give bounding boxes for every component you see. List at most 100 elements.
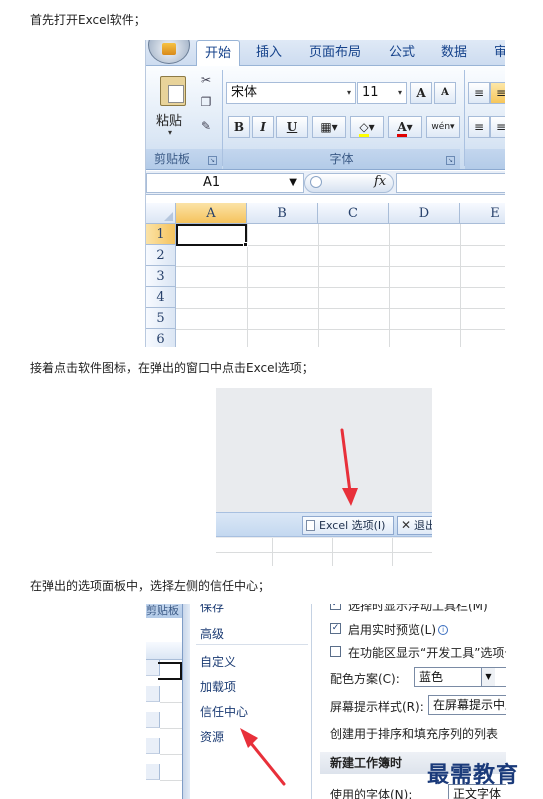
developer-tab-checkbox[interactable]: [330, 646, 341, 657]
background-column-header: [146, 642, 182, 660]
align-top-icon: ≡: [473, 86, 485, 100]
info-icon: i: [438, 625, 449, 635]
align-middle-button[interactable]: ≡: [490, 82, 505, 104]
red-arrow-icon: [340, 428, 358, 506]
gridline: [176, 266, 505, 267]
select-all-corner[interactable]: [146, 203, 176, 224]
font-launcher-icon[interactable]: ↘: [446, 156, 455, 165]
background-clipboard-label: 剪贴板: [146, 604, 182, 618]
format-painter-icon[interactable]: ✎: [198, 118, 214, 134]
exit-excel-button[interactable]: ✕ 退出: [397, 516, 432, 535]
shrink-font-button[interactable]: A: [434, 82, 456, 104]
borders-button[interactable]: ▦▾: [312, 116, 346, 138]
borders-icon: ▦▾: [320, 120, 338, 134]
phonetic-guide-button[interactable]: wén▾: [426, 116, 460, 138]
tab-data[interactable]: 数据: [433, 40, 475, 66]
tab-home[interactable]: 开始: [196, 40, 241, 67]
floating-toolbar-checkbox[interactable]: ✓: [330, 604, 341, 610]
background-row-header: [146, 764, 160, 780]
options-nav-pane: 保存 高级 自定义 加载项 信任中心 资源: [190, 604, 312, 799]
row-header[interactable]: 5: [146, 308, 176, 329]
font-color-button[interactable]: A▾: [388, 116, 422, 138]
name-box[interactable]: A1 ▼: [146, 173, 304, 193]
insert-function-button[interactable]: fx: [374, 174, 386, 189]
excel-options-button[interactable]: Excel 选项(I): [302, 516, 394, 535]
chevron-down-icon[interactable]: ▼: [481, 668, 495, 686]
watermark-logo: 最需教育: [427, 762, 520, 788]
tab-formulas[interactable]: 公式: [381, 40, 423, 66]
tab-page-layout[interactable]: 页面布局: [301, 40, 369, 66]
column-header[interactable]: D: [389, 203, 460, 224]
align-middle-icon: ≡: [496, 86, 505, 100]
row-header[interactable]: 2: [146, 245, 176, 266]
office-button[interactable]: [148, 40, 190, 64]
fill-color-button[interactable]: ◇▾: [350, 116, 384, 138]
name-box-dropdown-icon[interactable]: ▼: [289, 174, 297, 192]
red-arrow-icon: [240, 728, 286, 786]
excel-window-screenshot: 开始 插入 页面布局 公式 数据 审 粘贴 ▾ ✂ ❐ ✎ 剪贴板 ↘ 宋体 ▾…: [145, 40, 505, 347]
gridline: [216, 552, 432, 553]
grow-font-button[interactable]: A: [410, 82, 432, 104]
gridline: [176, 329, 505, 330]
step-2-text: 接着点击软件图标，在弹出的窗口中点击Excel选项；: [30, 361, 314, 375]
bold-button[interactable]: B: [228, 116, 250, 138]
screentip-style-select[interactable]: 在屏幕提示中显示功能说明: [428, 695, 506, 715]
options-document-icon: [306, 520, 315, 531]
align-center-button[interactable]: ≡: [490, 116, 505, 138]
background-row-header: [146, 686, 160, 702]
sort-list-text: 创建用于排序和填充序列的列表: [330, 727, 499, 741]
color-scheme-label: 配色方案(C):: [330, 672, 400, 686]
developer-tab-label: 在功能区显示“开发工具”选项卡: [348, 646, 506, 660]
font-name-combo[interactable]: 宋体 ▾: [226, 82, 356, 104]
live-preview-option: 启用实时预览(L) i: [348, 621, 449, 638]
copy-icon[interactable]: ❐: [198, 94, 214, 110]
row-header[interactable]: 4: [146, 287, 176, 308]
align-left-icon: ≡: [473, 120, 485, 134]
fill-handle[interactable]: [243, 242, 248, 247]
row-header[interactable]: 1: [146, 224, 176, 245]
font-color-label: A: [397, 120, 407, 137]
font-size-combo[interactable]: 11 ▾: [357, 82, 407, 104]
font-size-dropdown-icon[interactable]: ▾: [394, 83, 406, 103]
background-row-header: [146, 712, 160, 728]
dialog-frame: [182, 604, 190, 799]
exit-label: 退出: [414, 519, 432, 532]
underline-button[interactable]: U: [276, 116, 308, 138]
live-preview-checkbox[interactable]: ✓: [330, 623, 341, 634]
font-size-value: 11: [362, 85, 379, 100]
tab-insert[interactable]: 插入: [248, 40, 290, 66]
italic-button[interactable]: I: [252, 116, 274, 138]
paste-dropdown-icon[interactable]: ▾: [168, 128, 172, 137]
gridline: [160, 780, 182, 781]
font-name-dropdown-icon[interactable]: ▾: [343, 83, 355, 103]
align-left-button[interactable]: ≡: [468, 116, 490, 138]
background-sheet: [216, 538, 432, 566]
row-header[interactable]: 3: [146, 266, 176, 287]
font-use-label: 使用的字体(N):: [330, 788, 413, 799]
column-header[interactable]: C: [318, 203, 389, 224]
cancel-circle-icon[interactable]: [310, 176, 322, 188]
column-header[interactable]: A: [176, 203, 247, 224]
formula-input[interactable]: [396, 173, 505, 193]
worksheet-grid: A B C D E 1 2 3 4 5 6: [146, 203, 505, 347]
align-top-button[interactable]: ≡: [468, 82, 490, 104]
font-group-label: 字体: [223, 149, 460, 169]
active-cell-a1[interactable]: [176, 224, 247, 246]
tab-review[interactable]: 审: [486, 40, 505, 66]
paste-button-label[interactable]: 粘贴: [156, 110, 182, 129]
name-box-value: A1: [203, 175, 221, 190]
column-header[interactable]: B: [247, 203, 318, 224]
color-scheme-value: 蓝色: [419, 670, 444, 684]
paste-icon[interactable]: [160, 76, 186, 106]
cut-icon[interactable]: ✂: [198, 72, 214, 88]
background-row-header: [146, 738, 160, 754]
step-1-text: 首先打开Excel软件；: [30, 13, 146, 27]
row-header[interactable]: 6: [146, 329, 176, 347]
formula-bar: A1 ▼ fx: [146, 171, 505, 195]
clipboard-launcher-icon[interactable]: ↘: [208, 156, 217, 165]
color-scheme-select[interactable]: 蓝色 ▼: [414, 667, 506, 687]
column-header[interactable]: E: [460, 203, 505, 224]
gridline: [160, 702, 182, 703]
alignment-group-label: [465, 149, 505, 169]
screentip-style-value: 在屏幕提示中显示功能说明: [433, 698, 506, 712]
